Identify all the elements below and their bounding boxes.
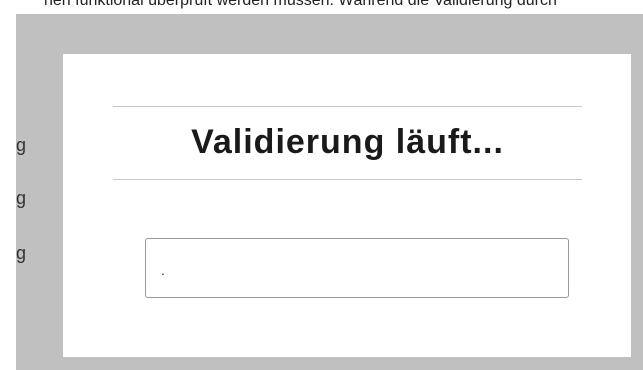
background-text-fragment: g [16,188,27,208]
background-text-fragment: g [16,135,27,155]
divider [113,106,582,107]
background-text-fragment: g [16,243,27,263]
modal-overlay: g g g Validierung läuft... . [16,14,643,370]
divider [113,179,582,180]
validation-dialog: Validierung läuft... . [63,54,631,357]
progress-text: . [161,262,165,278]
dialog-title: Validierung läuft... [191,123,504,161]
progress-indicator: . [145,238,569,298]
page: nen funktional überprüft werden müssen. … [0,0,643,370]
background-document-text: nen funktional überprüft werden müssen. … [44,0,557,9]
